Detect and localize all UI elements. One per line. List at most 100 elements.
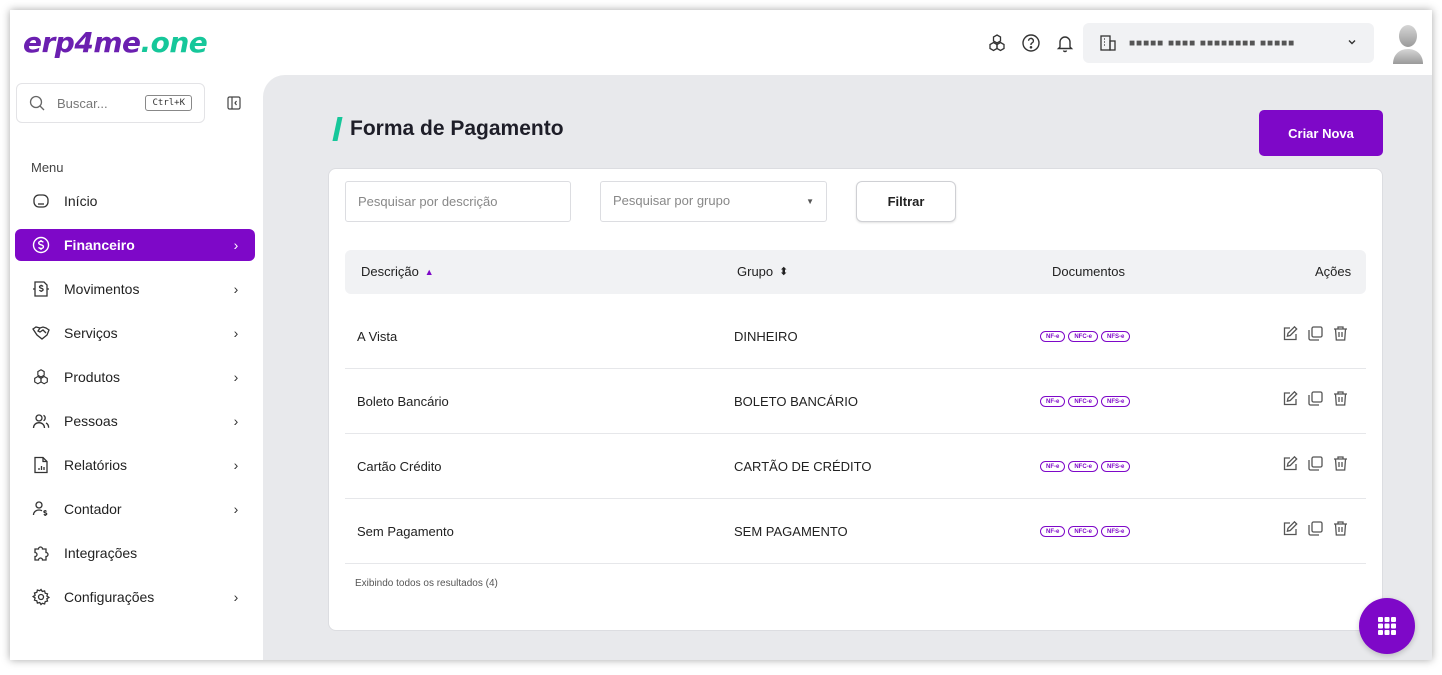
avatar[interactable] [1391, 22, 1425, 64]
cell-grupo: BOLETO BANCÁRIO [734, 394, 859, 409]
users-icon [32, 412, 50, 430]
trash-icon[interactable] [1332, 455, 1349, 472]
create-new-button[interactable]: Criar Nova [1259, 110, 1383, 156]
badge-nfce: NFC-e [1068, 461, 1099, 472]
sidebar-item-integracoes[interactable]: Integrações [15, 537, 255, 569]
edit-icon[interactable] [1282, 520, 1299, 537]
chevron-right-icon: › [233, 457, 239, 473]
grid-icon [1378, 617, 1396, 635]
sidebar-search[interactable]: Buscar... Ctrl+K [16, 83, 205, 123]
group-select[interactable]: Pesquisar por grupo ▼ [600, 181, 827, 222]
main-content: Forma de Pagamento Criar Nova Pesquisar … [263, 75, 1432, 660]
cubes-icon[interactable] [986, 32, 1008, 54]
row-actions [1282, 390, 1349, 407]
sidebar-item-produtos[interactable]: Produtos › [15, 361, 255, 393]
help-icon[interactable] [1020, 32, 1042, 54]
company-select[interactable]: ■■■■■ ■■■■ ■■■■■■■■ ■■■■■ [1083, 23, 1374, 63]
trash-icon[interactable] [1332, 390, 1349, 407]
sidebar-item-contador[interactable]: Contador › [15, 493, 255, 525]
document-badges: NF-e NFC-e NFS-e [1040, 331, 1131, 342]
menu-label: Menu [31, 160, 64, 175]
badge-nfce: NFC-e [1068, 526, 1099, 537]
apps-menu-button[interactable] [1359, 598, 1415, 654]
sidebar-item-configuracoes[interactable]: Configurações › [15, 581, 255, 613]
badge-nfse: NFS-e [1101, 526, 1131, 537]
cell-descricao: Sem Pagamento [357, 524, 454, 539]
edit-icon[interactable] [1282, 390, 1299, 407]
company-name: ■■■■■ ■■■■ ■■■■■■■■ ■■■■■ [1129, 37, 1296, 49]
column-header-descricao[interactable]: Descrição ▲ [361, 264, 434, 279]
table-row: Sem Pagamento SEM PAGAMENTO NF-e NFC-e N… [345, 499, 1366, 564]
cell-descricao: Boleto Bancário [357, 394, 449, 409]
sidebar-item-label: Serviços [64, 325, 118, 341]
chevron-right-icon: › [233, 501, 239, 517]
app-window: erp4me.one ■■■■■ ■■■■ ■■■■■■■■ ■■■■■ Bus… [10, 10, 1432, 660]
search-icon [29, 95, 45, 111]
shortcut-badge: Ctrl+K [145, 95, 192, 111]
description-search-input[interactable] [345, 181, 571, 222]
edit-icon[interactable] [1282, 455, 1299, 472]
chevron-right-icon: › [233, 281, 239, 297]
row-actions [1282, 520, 1349, 537]
column-header-label: Grupo [737, 264, 774, 279]
column-header-acoes: Ações [1315, 264, 1351, 279]
document-badges: NF-e NFC-e NFS-e [1040, 396, 1131, 407]
sidebar-item-financeiro[interactable]: Financeiro › [15, 229, 255, 261]
sidebar-item-inicio[interactable]: Início [15, 185, 255, 217]
column-header-label: Ações [1315, 264, 1352, 279]
sort-icon: ⬍ [779, 266, 789, 278]
cell-grupo: SEM PAGAMENTO [734, 524, 848, 539]
column-header-label: Documentos [1052, 264, 1125, 279]
badge-nfe: NF-e [1040, 461, 1066, 472]
column-header-documentos: Documentos [1052, 264, 1125, 279]
sidebar-item-label: Início [64, 193, 98, 209]
bell-icon[interactable] [1054, 32, 1076, 54]
sidebar-item-movimentos[interactable]: Movimentos › [15, 273, 255, 305]
duplicate-icon[interactable] [1307, 455, 1324, 472]
edit-icon[interactable] [1282, 325, 1299, 342]
table-row: Cartão Crédito CARTÃO DE CRÉDITO NF-e NF… [345, 434, 1366, 499]
logo[interactable]: erp4me.one [23, 26, 208, 59]
top-bar: erp4me.one ■■■■■ ■■■■ ■■■■■■■■ ■■■■■ [10, 10, 1432, 76]
sidebar-item-relatorios[interactable]: Relatórios › [15, 449, 255, 481]
duplicate-icon[interactable] [1307, 325, 1324, 342]
badge-nfse: NFS-e [1101, 461, 1131, 472]
chevron-right-icon: › [233, 237, 239, 253]
chevron-down-icon [1346, 36, 1358, 51]
trash-icon[interactable] [1332, 520, 1349, 537]
exchange-icon [32, 280, 50, 298]
building-icon [1099, 34, 1117, 52]
duplicate-icon[interactable] [1307, 520, 1324, 537]
sidebar-item-label: Contador [64, 501, 122, 517]
duplicate-icon[interactable] [1307, 390, 1324, 407]
logo-text-primary: erp4me [23, 26, 141, 59]
dollar-icon [32, 236, 50, 254]
badge-nfe: NF-e [1040, 396, 1066, 407]
sidebar-item-label: Pessoas [64, 413, 118, 429]
chevron-right-icon: › [233, 325, 239, 341]
group-select-placeholder: Pesquisar por grupo [613, 192, 731, 208]
sidebar-item-label: Movimentos [64, 281, 140, 297]
sidebar-collapse-icon[interactable] [227, 96, 241, 110]
column-header-grupo[interactable]: Grupo ⬍ [737, 264, 788, 279]
trash-icon[interactable] [1332, 325, 1349, 342]
cell-descricao: A Vista [357, 329, 398, 344]
cell-descricao: Cartão Crédito [357, 459, 442, 474]
sidebar-item-label: Financeiro [64, 237, 135, 253]
badge-nfce: NFC-e [1068, 396, 1099, 407]
sidebar-item-servicos[interactable]: Serviços › [15, 317, 255, 349]
page-title-text: Forma de Pagamento [350, 117, 564, 140]
sidebar: Buscar... Ctrl+K Menu Início Financeiro … [10, 76, 263, 660]
page-title: Forma de Pagamento [332, 117, 564, 141]
filter-button[interactable]: Filtrar [856, 181, 956, 222]
sidebar-item-pessoas[interactable]: Pessoas › [15, 405, 255, 437]
chevron-right-icon: › [233, 589, 239, 605]
sidebar-menu: Início Financeiro › Movimentos › Serviço… [15, 185, 255, 625]
results-summary: Exibindo todos os resultados (4) [355, 578, 498, 589]
logo-text-secondary: .one [140, 26, 208, 59]
sidebar-item-label: Configurações [64, 589, 155, 605]
report-icon [32, 456, 50, 474]
sort-asc-icon: ▲ [424, 266, 434, 277]
chevron-right-icon: › [233, 369, 239, 385]
list-card: Pesquisar por grupo ▼ Filtrar Descrição … [328, 168, 1383, 631]
